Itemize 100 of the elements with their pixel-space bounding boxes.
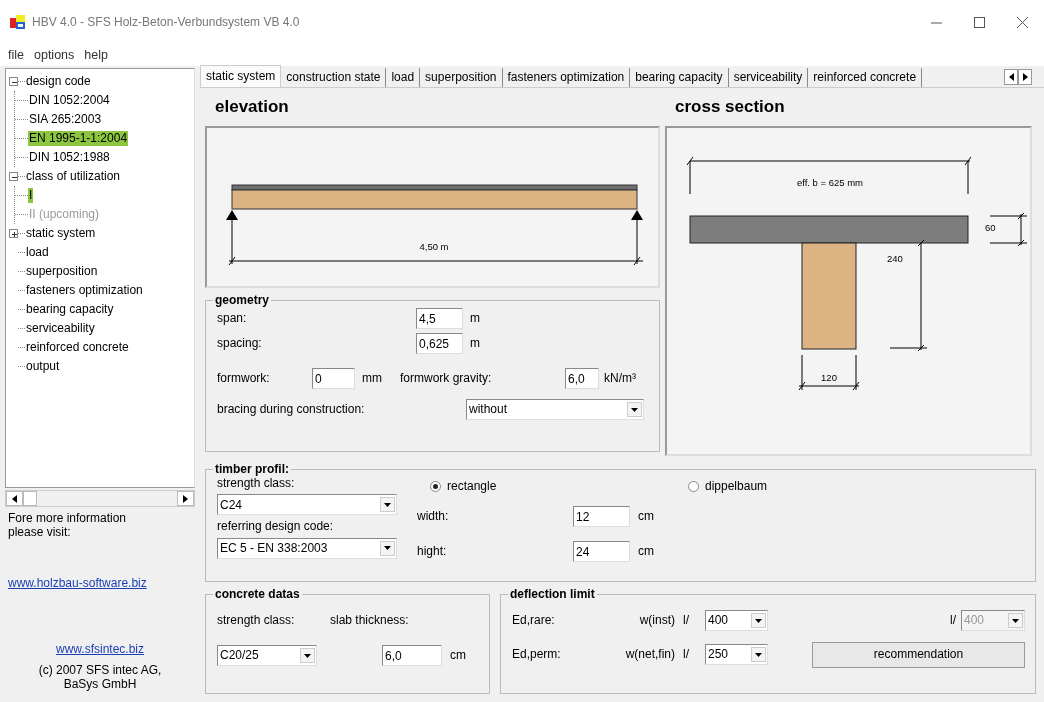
radio-button[interactable] [688, 480, 699, 492]
unit-label: cm [638, 509, 654, 524]
tree-item[interactable]: fasteners optimization [25, 283, 144, 298]
unit-label: m [470, 311, 480, 326]
field-label: strength class: [217, 613, 296, 628]
field-label: l/ [683, 613, 690, 628]
unit-label: cm [638, 544, 654, 559]
dropdown[interactable]: 400 [705, 610, 768, 631]
radio-button[interactable] [430, 480, 441, 492]
scroll-right-icon[interactable] [1022, 73, 1028, 81]
caret-icon [1012, 618, 1019, 623]
tree-item[interactable]: output [25, 359, 61, 374]
unit-label: mm [362, 371, 383, 386]
field-label: bracing during construction: [217, 402, 366, 417]
group-title: geometry [214, 294, 271, 306]
scroll-right-icon[interactable] [183, 494, 188, 503]
field-label: l/ [950, 613, 956, 628]
horizontal-scrollbar[interactable] [5, 490, 195, 507]
dropdown[interactable]: EC 5 - EN 338:2003 [217, 537, 397, 559]
field-label: referring design code: [217, 519, 335, 534]
caret-icon [755, 618, 762, 623]
input-field[interactable]: 12 [573, 506, 630, 527]
caret-icon [631, 407, 638, 412]
dropdown[interactable]: without [466, 399, 644, 420]
group-title: timber profil: [214, 463, 290, 475]
caret-icon [384, 546, 391, 551]
dropdown[interactable]: C20/25 [217, 645, 317, 666]
info-text: Fore more information please visit: [7, 511, 128, 540]
caret-icon [755, 652, 762, 657]
input-field[interactable]: 6,0 [565, 368, 599, 389]
menu-item[interactable]: help [79, 47, 113, 63]
group-title: concrete datas [214, 588, 301, 600]
option-label: rectangle [447, 478, 497, 494]
menu-item[interactable]: options [29, 47, 80, 63]
dimension-label: 240 [887, 253, 903, 264]
tree-item[interactable]: reinforced concrete [25, 340, 130, 355]
tree-item[interactable]: SIA 265:2003 [28, 112, 103, 127]
section-heading: cross section [674, 95, 786, 118]
tree-item[interactable]: static system [25, 226, 97, 241]
field-label: w(inst) [638, 613, 675, 628]
maximize-icon[interactable] [974, 16, 985, 28]
input-field[interactable]: 24 [573, 541, 630, 562]
field-label: strength class: [217, 476, 296, 491]
field-label: width: [417, 509, 450, 524]
tree-item[interactable]: bearing capacity [25, 302, 115, 317]
field-label: Ed,perm: [512, 647, 562, 662]
group-title: deflection limit [509, 588, 596, 600]
input-field[interactable]: 6,0 [382, 645, 442, 666]
support-icon [226, 210, 238, 220]
tree-item[interactable]: EN 1995-1-1:2004 [28, 131, 129, 146]
collapse-icon[interactable] [9, 77, 18, 86]
tab[interactable]: static system [200, 65, 282, 87]
copyright-text: (c) 2007 SFS intec AG, BaSys GmbH [37, 662, 163, 692]
website-link[interactable]: www.holzbau-software.biz [8, 575, 147, 590]
tree-item[interactable]: superposition [25, 264, 99, 279]
dimension-label: 4,50 m [419, 241, 449, 252]
tree-item[interactable]: I [28, 188, 34, 203]
dimension-label: 60 [985, 222, 996, 233]
collapse-icon[interactable] [9, 172, 18, 181]
scroll-left-icon[interactable] [1008, 73, 1014, 81]
field-label: formwork gravity: [400, 371, 493, 386]
unit-label: kN/m³ [604, 371, 636, 386]
tree-item[interactable]: load [25, 245, 50, 260]
input-field[interactable]: 4,5 [416, 308, 463, 329]
dimension-label: eff. b = 625 mm [796, 177, 864, 188]
caret-icon [384, 502, 391, 507]
unit-label: cm [450, 648, 466, 663]
field-label: span: [217, 311, 248, 326]
window-title: HBV 4.0 - SFS Holz-Beton-Verbundsystem VB 4.0 [32, 14, 300, 30]
dimension-line [798, 354, 860, 391]
field-label: slab thickness: [330, 613, 409, 628]
option-label: dippelbaum [705, 478, 768, 494]
unit-label: m [470, 336, 480, 351]
tree-item[interactable]: serviceability [25, 321, 96, 336]
input-field[interactable]: 0,625 [416, 333, 463, 354]
tree-item[interactable]: design code [25, 74, 92, 89]
expand-icon[interactable] [9, 229, 18, 238]
field-label: l/ [683, 647, 690, 662]
recommendation-button[interactable]: recommendation [812, 641, 1025, 668]
caret-icon [304, 653, 311, 658]
close-icon[interactable] [1017, 16, 1028, 28]
tree-item[interactable]: DIN 1052:2004 [28, 93, 111, 108]
field-label: spacing: [217, 336, 263, 351]
scroll-left-icon[interactable] [12, 494, 17, 503]
section-heading: elevation [214, 95, 290, 118]
field-label: formwork: [217, 371, 271, 386]
website-link[interactable]: www.sfsintec.biz [56, 642, 144, 657]
support-icon [631, 210, 643, 220]
field-label: Ed,rare: [512, 613, 556, 628]
app-logo-icon [10, 15, 26, 29]
dimension-label: 120 [821, 372, 837, 383]
dropdown[interactable]: 250 [705, 644, 768, 665]
field-label: w(net,fin) [624, 647, 675, 662]
menu-item[interactable]: file [3, 47, 29, 63]
tree-item[interactable]: class of utilization [25, 169, 122, 184]
tree-item[interactable]: DIN 1052:1988 [28, 150, 111, 165]
field-label: hight: [417, 544, 448, 559]
dropdown[interactable]: C24 [217, 494, 397, 516]
scrollbar-thumb[interactable] [23, 491, 37, 506]
input-field[interactable]: 0 [312, 368, 355, 389]
